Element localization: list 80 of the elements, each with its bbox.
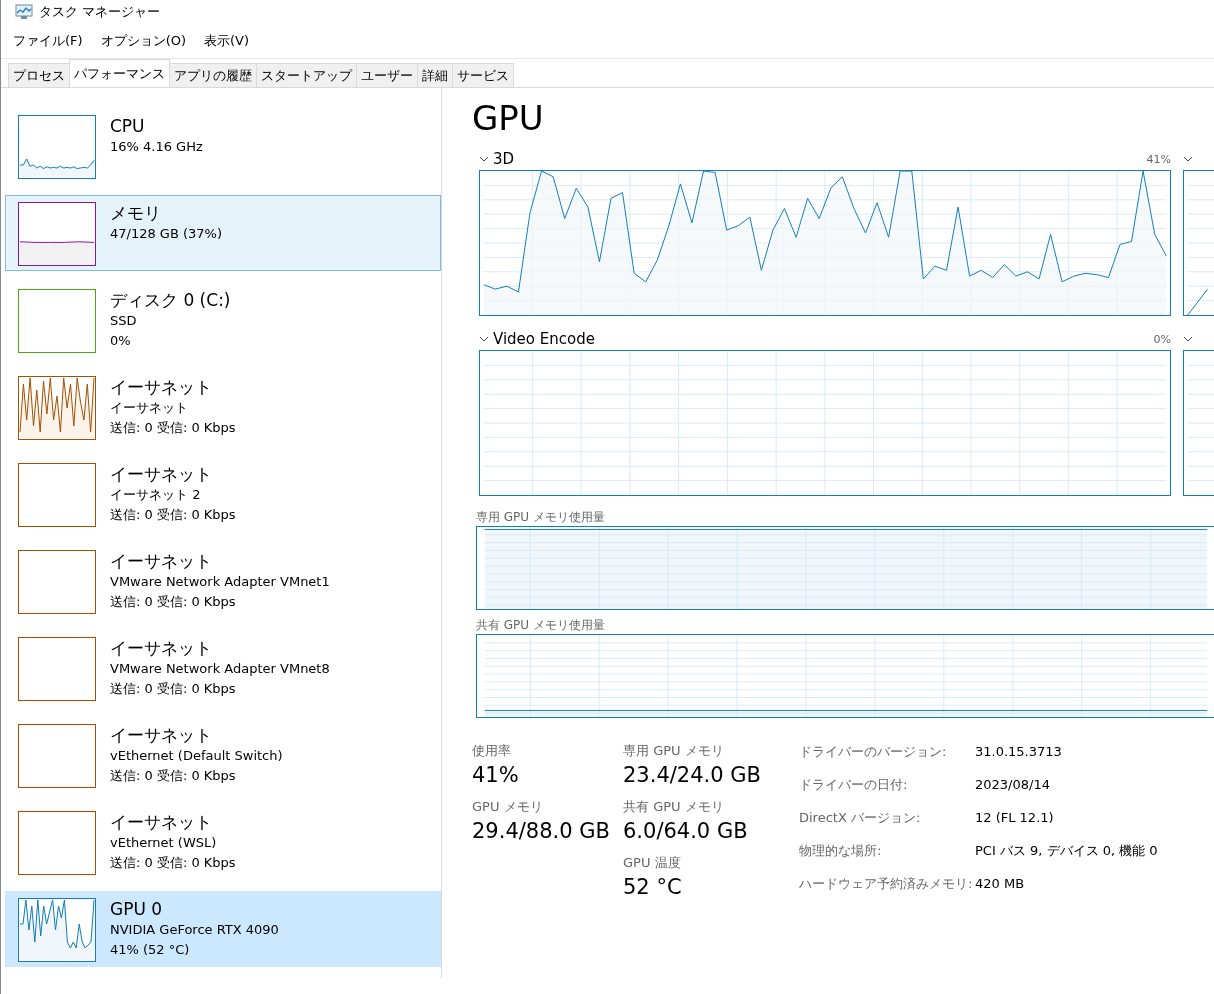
item-title: メモリ <box>110 202 162 224</box>
menu-item[interactable]: 表示(V) <box>204 32 250 50</box>
sidebar-item[interactable]: GPU 0 NVIDIA GeForce RTX 4090 41% (52 °C) <box>5 891 441 967</box>
detail-value: 420 MB <box>975 875 1026 893</box>
item-title: ディスク 0 (C:) <box>110 289 231 311</box>
tab[interactable]: サービス <box>452 63 514 87</box>
window-title: タスク マネージャー <box>39 3 161 21</box>
graph-reading: 0% <box>1153 332 1171 346</box>
item-title: イーサネット <box>110 550 213 572</box>
sidebar-item[interactable]: イーサネット イーサネット 送信: 0 受信: 0 Kbps <box>5 369 441 445</box>
item-detail: イーサネット <box>110 399 189 417</box>
item-detail: 送信: 0 受信: 0 Kbps <box>110 506 236 524</box>
stat-label: GPU 温度 <box>623 854 682 872</box>
item-detail: NVIDIA GeForce RTX 4090 <box>110 921 279 939</box>
item-detail: 16% 4.16 GHz <box>110 138 203 156</box>
sidebar-item[interactable]: イーサネット VMware Network Adapter VMnet1 送信: 0 受信: 0 Kbps <box>5 543 441 619</box>
item-detail: 47/128 GB (37%) <box>110 225 223 243</box>
sidebar-item[interactable]: ディスク 0 (C:) SSD 0% <box>5 282 441 358</box>
item-detail: 送信: 0 受信: 0 Kbps <box>110 854 236 872</box>
item-detail: 送信: 0 受信: 0 Kbps <box>110 419 236 437</box>
item-detail: 0% <box>110 332 132 350</box>
sidebar-item[interactable]: イーサネット vEthernet (Default Switch) 送信: 0 受信: 0 Kbps <box>5 717 441 793</box>
stat-value: 29.4/88.0 GB <box>472 818 607 845</box>
stat-value: 41% <box>472 762 520 789</box>
graph-label: Video Encode <box>493 330 595 348</box>
item-detail: 送信: 0 受信: 0 Kbps <box>110 593 237 611</box>
item-title: イーサネット <box>110 637 213 659</box>
detail-label: DirectX バージョン: <box>799 809 922 827</box>
item-detail: 送信: 0 受信: 0 Kbps <box>110 680 237 698</box>
item-detail: vEthernet (WSL) <box>110 834 218 852</box>
menu-item[interactable]: オプション(O) <box>100 32 186 50</box>
chevron-down-icon[interactable] <box>1183 156 1193 162</box>
app-icon <box>15 4 33 20</box>
detail-label: ハードウェア予約済みメモリ: <box>799 875 974 893</box>
item-title: GPU 0 <box>110 898 164 920</box>
detail-label: ドライバーのバージョン: <box>799 743 948 761</box>
chevron-down-icon[interactable] <box>479 336 489 342</box>
stat-label: 専用 GPU メモリ <box>623 742 725 760</box>
item-detail: vEthernet (Default Switch) <box>110 747 283 765</box>
item-title: イーサネット <box>110 463 213 485</box>
tab[interactable]: 詳細 <box>417 63 453 87</box>
item-title: イーサネット <box>110 376 213 398</box>
sidebar-item[interactable]: イーサネット イーサネット 2 送信: 0 受信: 0 Kbps <box>5 456 441 532</box>
detail-label: ドライバーの日付: <box>799 776 909 794</box>
detail-value: 31.0.15.3713 <box>975 743 1063 761</box>
chevron-down-icon[interactable] <box>479 156 489 162</box>
menu-item[interactable]: ファイル(F) <box>13 32 83 50</box>
sidebar-item[interactable]: CPU 16% 4.16 GHz <box>5 108 441 184</box>
tab[interactable]: プロセス <box>8 63 70 87</box>
tab[interactable]: ユーザー <box>356 63 418 87</box>
detail-value: PCI バス 9, デバイス 0, 機能 0 <box>975 842 1158 860</box>
detail-label: 物理的な場所: <box>799 842 883 860</box>
stat-label: 共有 GPU メモリ <box>623 798 725 816</box>
item-title: CPU <box>110 115 146 137</box>
item-detail: 送信: 0 受信: 0 Kbps <box>110 767 237 785</box>
item-detail: SSD <box>110 312 138 330</box>
detail-value: 12 (FL 12.1) <box>975 809 1055 827</box>
panel-title: GPU <box>472 97 544 140</box>
tab[interactable]: スタートアップ <box>256 63 357 87</box>
item-title: イーサネット <box>110 811 213 833</box>
graph-label: 共有 GPU メモリ使用量 <box>476 617 605 634</box>
stat-value: 23.4/24.0 GB <box>623 762 762 789</box>
sidebar-item[interactable]: イーサネット VMware Network Adapter VMnet8 送信: 0 受信: 0 Kbps <box>5 630 441 706</box>
graph-label: 3D <box>493 150 515 168</box>
detail-value: 2023/08/14 <box>975 776 1051 794</box>
chevron-down-icon[interactable] <box>1183 336 1193 342</box>
item-title: イーサネット <box>110 724 213 746</box>
stat-value: 6.0/64.0 GB <box>623 818 749 845</box>
graph-label: 専用 GPU メモリ使用量 <box>476 509 605 526</box>
sidebar-item[interactable]: メモリ 47/128 GB (37%) <box>5 195 441 271</box>
stat-label: GPU メモリ <box>472 798 544 816</box>
item-detail: VMware Network Adapter VMnet8 <box>110 660 330 678</box>
stat-label: 使用率 <box>472 742 512 760</box>
item-detail: VMware Network Adapter VMnet1 <box>110 573 330 591</box>
item-detail: 41% (52 °C) <box>110 941 191 959</box>
item-detail: イーサネット 2 <box>110 486 202 504</box>
sidebar-item[interactable]: イーサネット vEthernet (WSL) 送信: 0 受信: 0 Kbps <box>5 804 441 880</box>
graph-reading: 41% <box>1146 152 1171 166</box>
tab[interactable]: アプリの履歴 <box>169 63 257 87</box>
stat-value: 52 °C <box>623 874 683 901</box>
